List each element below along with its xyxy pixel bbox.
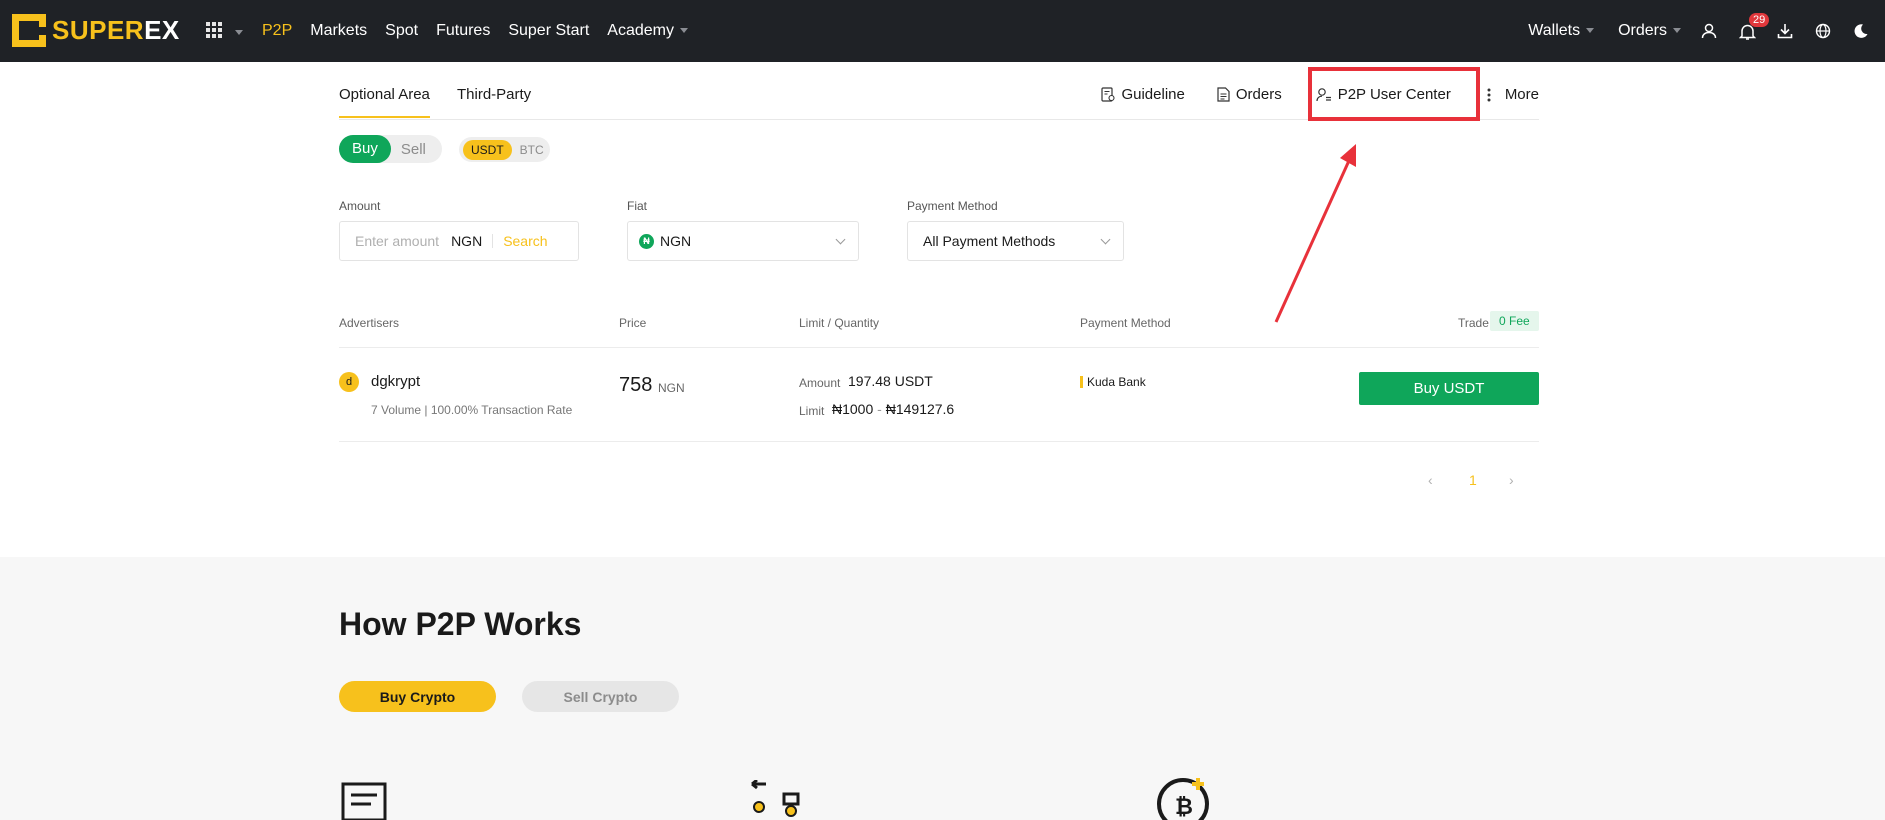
main-nav: P2P Markets Spot Futures Super Start Aca… [262, 0, 706, 62]
search-button[interactable]: Search [503, 233, 547, 249]
guideline-icon [1101, 87, 1116, 102]
annotation-arrow-icon [1274, 144, 1356, 323]
nav-wallets[interactable]: Wallets [1528, 22, 1595, 40]
tab-third-party[interactable]: Third-Party [457, 86, 531, 103]
buy-sell-toggle: Buy Sell [339, 135, 442, 163]
highlight-box [1308, 67, 1480, 121]
divider [339, 347, 1539, 348]
col-limit-quantity: Limit / Quantity [799, 316, 880, 330]
how-p2p-section [0, 557, 1885, 820]
place-order-icon [341, 782, 387, 820]
apps-chevron-down-icon[interactable] [235, 30, 243, 35]
exchange-users-icon [751, 780, 800, 817]
nav-right: Wallets Orders 29 [1504, 0, 1871, 62]
col-price: Price [619, 316, 647, 330]
btc-toggle[interactable]: BTC [512, 143, 556, 157]
amount-row-label: Amount [799, 376, 841, 390]
payment-chevron-down-icon [1100, 234, 1111, 245]
amount-currency: NGN [451, 233, 483, 249]
how-p2p-title: How P2P Works [339, 606, 582, 642]
globe-icon[interactable] [1813, 21, 1833, 41]
notification-bell-icon[interactable]: 29 [1737, 13, 1770, 41]
prev-page-chevron-left-icon[interactable]: ‹ [1428, 472, 1433, 488]
wallets-chevron-down-icon [1586, 28, 1595, 34]
buy-crypto-tab[interactable]: Buy Crypto [339, 681, 496, 712]
svg-text:₿: ₿ [1175, 794, 1193, 819]
payment-method-select[interactable]: All Payment Methods [907, 221, 1124, 261]
nav-item-spot[interactable]: Spot [385, 22, 418, 40]
apps-grid-icon[interactable] [206, 22, 222, 38]
user-icon[interactable] [1699, 21, 1719, 41]
notification-badge: 29 [1749, 13, 1770, 27]
nav-item-futures[interactable]: Futures [436, 22, 490, 40]
amount-input[interactable]: Enter amount [355, 233, 439, 249]
payment-method-label: Payment Method [907, 199, 998, 213]
usdt-toggle[interactable]: USDT [463, 139, 512, 160]
sell-toggle[interactable]: Sell [391, 141, 440, 158]
nav-item-super-start[interactable]: Super Start [508, 22, 589, 40]
buy-usdt-button[interactable]: Buy USDT [1359, 372, 1539, 405]
fiat-chevron-down-icon [835, 234, 846, 245]
ngn-coin-icon: ₦ [639, 233, 654, 249]
logo-mark-icon [12, 14, 46, 47]
sell-crypto-tab[interactable]: Sell Crypto [522, 681, 679, 712]
advertiser-name[interactable]: dgkrypt [371, 373, 420, 390]
amount-divider [492, 234, 494, 248]
download-icon[interactable] [1775, 21, 1795, 41]
payment-method-value: All Payment Methods [923, 233, 1056, 249]
avatar: d [339, 372, 359, 392]
orders-link[interactable]: Orders [1217, 86, 1282, 103]
col-payment-method: Payment Method [1080, 316, 1171, 330]
fiat-select[interactable]: ₦ NGN [627, 221, 859, 261]
logo-text-ex: EX [144, 15, 180, 45]
col-trade: Trade [1458, 316, 1489, 330]
nav-item-markets[interactable]: Markets [310, 22, 367, 40]
limit-row-value: ₦1000 - ₦149127.6 [832, 401, 955, 417]
col-advertisers: Advertisers [339, 316, 400, 330]
nav-item-p2p[interactable]: P2P [262, 22, 292, 40]
payment-method-name: Kuda Bank [1087, 375, 1146, 389]
dark-mode-moon-icon[interactable] [1851, 21, 1871, 41]
guideline-link[interactable]: Guideline [1101, 86, 1185, 103]
top-navbar: SUPEREX P2P Markets Spot Futures Super S… [0, 0, 1885, 62]
nav-orders[interactable]: Orders [1618, 22, 1681, 40]
buy-toggle[interactable]: Buy [339, 135, 391, 163]
asset-toggle: USDT BTC [459, 137, 550, 162]
limit-row-label: Limit [799, 404, 825, 418]
more-link[interactable]: More [1487, 86, 1539, 103]
amount-label: Amount [339, 199, 381, 213]
price-unit: NGN [658, 381, 685, 395]
zero-fee-badge: 0 Fee [1490, 311, 1539, 331]
logo-text-super: SUPER [52, 15, 145, 45]
nav-item-academy[interactable]: Academy [607, 22, 688, 40]
payment-method-bar [1080, 376, 1083, 388]
more-vertical-icon [1487, 88, 1491, 101]
orders-icon [1217, 87, 1230, 102]
fiat-value: NGN [660, 233, 692, 249]
tab-optional-area[interactable]: Optional Area [339, 86, 430, 118]
next-page-chevron-right-icon[interactable]: › [1509, 472, 1514, 488]
advertiser-stats: 7 Volume | 100.00% Transaction Rate [371, 403, 573, 417]
divider [339, 441, 1539, 442]
superex-logo[interactable]: SUPEREX [12, 14, 180, 47]
price-value: 758 [619, 374, 653, 396]
amount-field: Enter amount NGN Search [339, 221, 579, 261]
academy-chevron-down-icon [679, 28, 688, 34]
fiat-label: Fiat [627, 199, 648, 213]
page-number[interactable]: 1 [1469, 472, 1477, 488]
orders-chevron-down-icon [1673, 28, 1681, 34]
amount-row-value: 197.48 USDT [848, 373, 933, 389]
bitcoin-receive-icon: ₿ [1157, 778, 1209, 820]
